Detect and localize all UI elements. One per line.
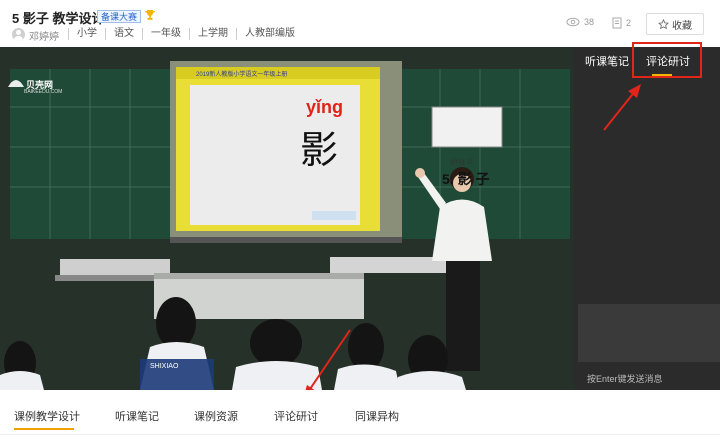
download-count: 2 <box>612 17 631 29</box>
slide-pinyin: yǐng <box>306 97 344 117</box>
highlight-box-top <box>632 42 702 78</box>
input-hint: 按Enter键发送消息 <box>587 374 663 384</box>
tab-lecture-notes[interactable]: 听课笔记 <box>115 408 159 424</box>
tab-lesson-design[interactable]: 课例教学设计 <box>14 408 80 424</box>
tab-notes[interactable]: 听课笔记 <box>585 53 629 69</box>
tag-list: 小学 语文 一年级 上学期 人教部编版 <box>68 28 303 40</box>
card-text: 5. 影 子 <box>442 171 490 187</box>
watermark-subtitle: BAIKEEDU.COM <box>24 89 63 95</box>
author-name[interactable]: 邓婷婷 <box>29 28 59 43</box>
video-player[interactable]: 贝壳网 BAIKEEDU.COM 2019新人教版小学语文一年级上册 yǐng … <box>0 47 574 390</box>
star-icon <box>658 18 669 29</box>
course-header: 5 影子 教学设计 备课大赛 邓婷婷 小学 语文 一年级 上学期 人教部编版 3… <box>0 0 720 47</box>
card-pinyin: yǐng zi <box>450 157 473 166</box>
classroom-video-frame <box>0 47 574 390</box>
shirt-text: SHIXIAO <box>150 363 179 370</box>
view-count: 38 <box>566 17 594 27</box>
collect-button[interactable]: 收藏 <box>646 13 704 35</box>
document-icon <box>612 17 622 29</box>
tag-item[interactable]: 上学期 <box>189 28 236 40</box>
slide-banner: 2019新人教版小学语文一年级上册 <box>196 72 288 78</box>
tag-item[interactable]: 语文 <box>105 28 142 40</box>
message-input[interactable] <box>578 304 720 362</box>
tab-lesson-resources[interactable]: 课例资源 <box>194 408 238 424</box>
tab-same-lesson[interactable]: 同课异构 <box>355 408 399 424</box>
tag-item[interactable]: 一年级 <box>142 28 189 40</box>
eye-icon <box>566 17 580 27</box>
trophy-icon <box>144 10 156 20</box>
avatar-icon[interactable] <box>12 28 25 41</box>
contest-badge[interactable]: 备课大赛 <box>97 10 142 23</box>
tab-comment-discussion[interactable]: 评论研讨 <box>274 408 318 424</box>
tag-item[interactable]: 人教部编版 <box>236 28 303 40</box>
page-title: 5 影子 教学设计 <box>12 11 105 26</box>
active-tab-indicator-bottom <box>14 428 74 430</box>
slide-hanzi: 影 <box>300 128 339 172</box>
tag-item[interactable]: 小学 <box>68 28 105 40</box>
